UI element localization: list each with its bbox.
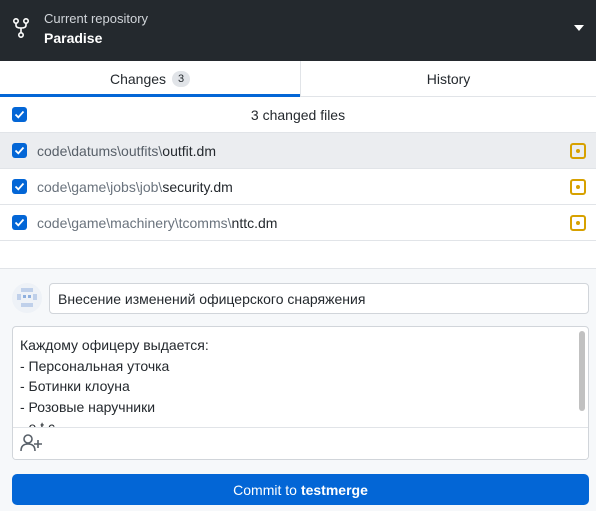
person-add-icon[interactable] xyxy=(19,433,43,453)
commit-panel: Каждому офицеру выдается: - Персональная… xyxy=(0,268,596,511)
description-line: - Ботинки клоуна xyxy=(20,378,130,394)
commit-description-field[interactable]: Каждому офицеру выдается: - Персональная… xyxy=(12,326,589,460)
commit-button-prefix: Commit to xyxy=(233,481,297,498)
changes-count-badge: 3 xyxy=(172,70,191,87)
file-checkbox[interactable] xyxy=(12,179,27,194)
file-name: nttc.dm xyxy=(231,214,278,231)
description-toolbar xyxy=(13,427,588,459)
file-directory: code\game\jobs\job\ xyxy=(37,178,163,195)
file-name: security.dm xyxy=(162,178,233,195)
tab-history[interactable]: History xyxy=(300,61,596,96)
file-path: code\datums\outfits\outfit.dm xyxy=(37,143,216,159)
description-line: - Розовые наручники xyxy=(20,398,156,415)
changed-files-header: 3 changed files xyxy=(0,97,596,133)
file-checkbox[interactable] xyxy=(12,215,27,230)
file-row[interactable]: code\datums\outfits\outfit.dm xyxy=(0,133,596,169)
caret-down-icon[interactable] xyxy=(574,25,584,31)
file-modified-icon xyxy=(570,178,586,195)
file-modified-icon xyxy=(570,214,586,231)
checkmark-icon xyxy=(14,218,25,227)
file-directory: code\datums\outfits\ xyxy=(37,142,163,159)
repository-name: Paradise xyxy=(44,30,103,46)
repository-caption: Current repository xyxy=(44,11,149,26)
description-line: Каждому офицеру выдается: xyxy=(20,337,209,353)
file-modified-icon xyxy=(570,142,586,159)
repo-fork-icon xyxy=(12,17,30,39)
description-line: - Персональная уточка xyxy=(20,357,170,374)
checkmark-icon xyxy=(14,146,25,155)
file-directory: code\game\machinery\tcomms\ xyxy=(37,214,232,231)
commit-summary-input[interactable] xyxy=(49,283,589,314)
file-checkbox[interactable] xyxy=(12,143,27,158)
file-row[interactable]: code\game\jobs\job\security.dm xyxy=(0,169,596,205)
description-scrollbar[interactable] xyxy=(579,331,585,411)
file-row[interactable]: code\game\machinery\tcomms\nttc.dm xyxy=(0,205,596,241)
tab-changes-label: Changes xyxy=(109,70,167,87)
user-avatar-icon xyxy=(12,283,42,313)
tab-history-label: History xyxy=(426,70,471,87)
repository-selector[interactable]: Current repository Paradise xyxy=(0,0,596,61)
checkmark-icon xyxy=(14,182,25,191)
file-path: code\game\machinery\tcomms\nttc.dm xyxy=(37,215,277,231)
tab-bar: Changes 3 History xyxy=(0,61,596,97)
repository-info: Current repository Paradise xyxy=(44,11,148,48)
commit-branch-name: testmerge xyxy=(300,481,368,498)
description-line: - e.t.c xyxy=(20,419,56,427)
changed-files-count: 3 changed files xyxy=(250,106,346,123)
commit-button[interactable]: Commit to testmerge xyxy=(12,474,589,505)
file-name: outfit.dm xyxy=(162,142,216,159)
file-path: code\game\jobs\job\security.dm xyxy=(37,179,233,195)
tab-changes[interactable]: Changes 3 xyxy=(0,61,300,97)
commit-description-text[interactable]: Каждому офицеру выдается: - Персональная… xyxy=(20,335,575,427)
